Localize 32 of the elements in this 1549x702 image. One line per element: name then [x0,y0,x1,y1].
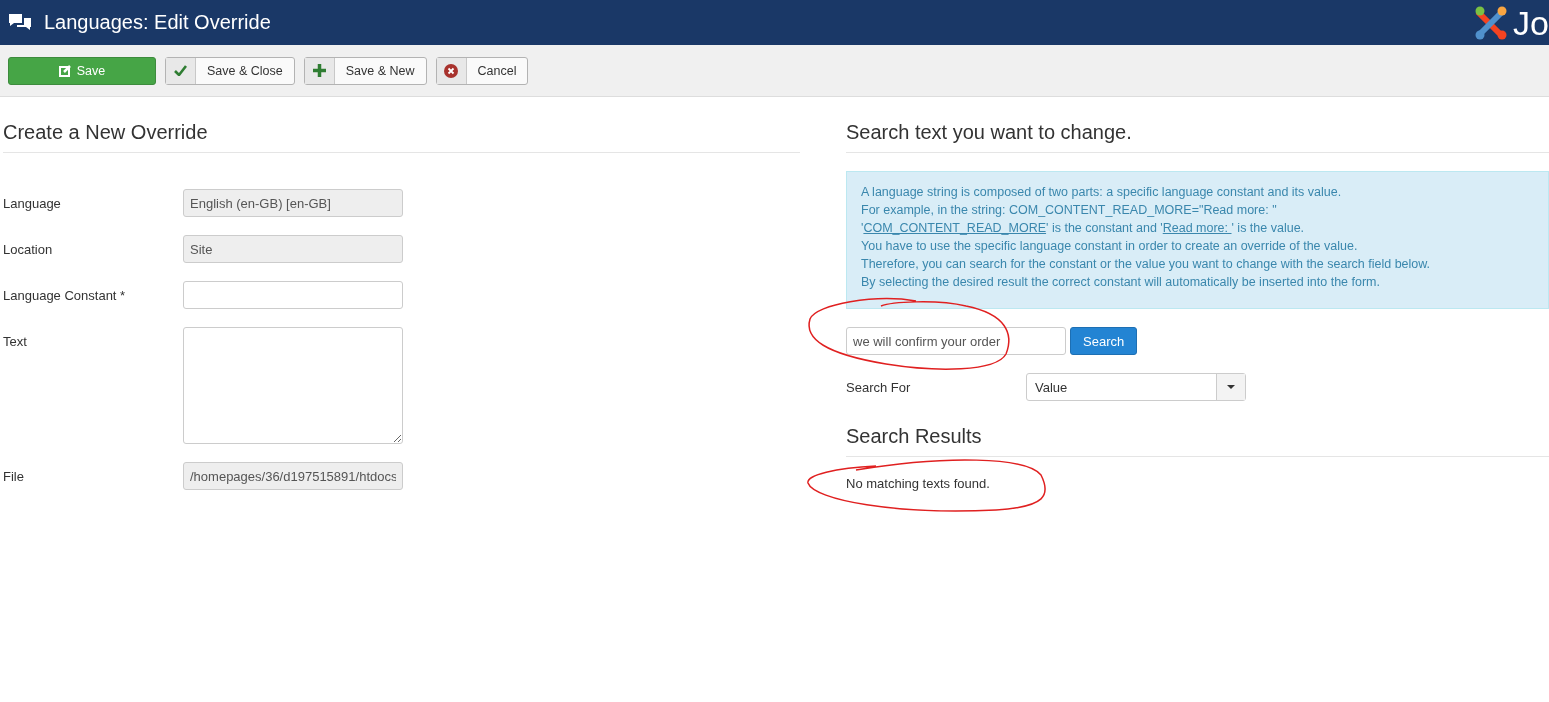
input-field[interactable] [183,281,403,309]
field-label: Search For [846,379,912,395]
field-label: Language Constant * [3,287,127,303]
toolbar-button[interactable]: Save & Close [165,56,295,85]
field-label: Location [3,241,54,257]
results-message: No matching texts found. [846,476,991,491]
section-heading: Search Results [846,425,1549,457]
field-label: Text [3,333,28,349]
text-area[interactable] [183,327,403,444]
toolbar-button[interactable]: Save & New [303,56,427,85]
check-icon [174,65,187,76]
section-heading: Create a New Override [3,121,800,153]
info-text: A language string is composed of two parts: a specific language constant and its value. [861,184,1343,201]
field-label: File [3,468,25,484]
info-text: 'COM_CONTENT_READ_MORE' is the constant and 'Read more: ' is the value. [861,220,1306,237]
logo-text: Jo [1513,5,1549,40]
search-for-dropdown[interactable]: Value [1026,373,1246,401]
page-title: Languages: Edit Override [44,11,271,34]
edit-icon [58,64,71,77]
search-button[interactable]: Search [1070,327,1138,355]
info-text: By selecting the desired result the correct constant will automatically be inserted into the form. [861,274,1381,291]
chat-icon [8,12,32,33]
close-icon [444,63,458,78]
info-text: For example, in the string: COM_CONTENT_READ_MORE="Read more: " [861,202,1278,219]
section-heading: Search text you want to change. [846,121,1549,153]
caret-icon [1227,385,1235,389]
info-text: Therefore, you can search for the constant or the value you want to change with the search field below. [861,256,1432,273]
field-label: Language [3,195,62,211]
toolbar-button[interactable]: Cancel [435,56,529,85]
search-field[interactable]: we will confirm your order [846,327,1066,355]
info-text: You have to use the specific language constant in order to create an override of the value. [861,238,1359,255]
plus-icon [312,64,326,77]
